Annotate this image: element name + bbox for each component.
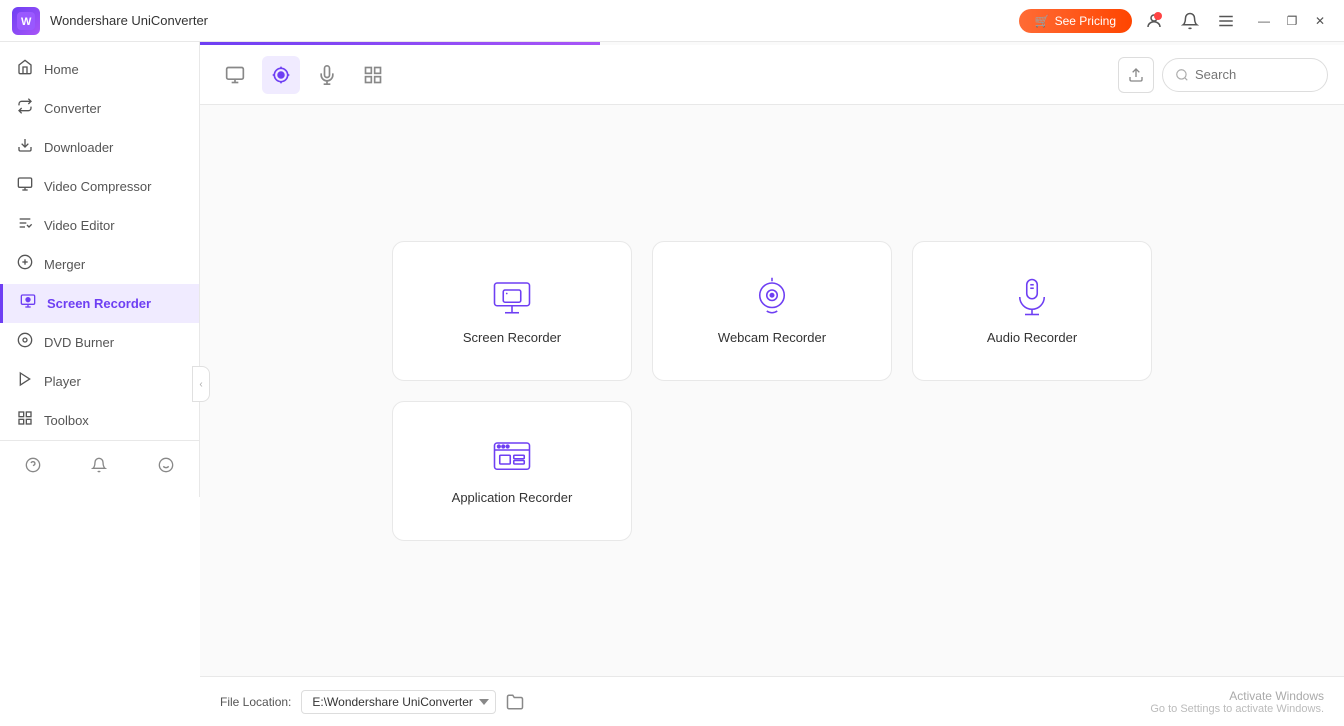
help-button[interactable]: [17, 449, 49, 481]
top-bar: [200, 45, 1344, 105]
restore-button[interactable]: ❐: [1280, 9, 1304, 33]
sidebar: Home Converter Downloader Video Compress…: [0, 42, 200, 497]
file-location-label: File Location:: [220, 695, 291, 709]
webcam-recorder-icon: [751, 276, 793, 318]
screen-recorder-icon: [19, 293, 37, 314]
search-icon: [1175, 68, 1189, 82]
cart-icon: 🛒: [1035, 14, 1050, 28]
main-layout: Home Converter Downloader Video Compress…: [0, 42, 1344, 726]
merger-icon: [16, 254, 34, 275]
sidebar-collapse-button[interactable]: ‹: [192, 366, 210, 402]
screen-recorder-card[interactable]: Screen Recorder: [392, 241, 632, 381]
bottom-bar: File Location: E:\Wondershare UniConvert…: [200, 676, 1344, 726]
application-recorder-icon: [491, 436, 533, 478]
bell-button[interactable]: [83, 449, 115, 481]
sidebar-item-downloader[interactable]: Downloader: [0, 128, 199, 167]
audio-recorder-label: Audio Recorder: [987, 330, 1077, 345]
player-icon: [16, 371, 34, 392]
window-controls: — ❐ ✕: [1252, 9, 1332, 33]
sidebar-item-label: Converter: [44, 101, 101, 116]
recorder-grid: Screen Recorder Webcam Recorder: [392, 241, 1152, 541]
sidebar-item-toolbox[interactable]: Toolbox: [0, 401, 199, 440]
sidebar-item-video-compressor[interactable]: Video Compressor: [0, 167, 199, 206]
recorder-grid-area: Screen Recorder Webcam Recorder: [200, 105, 1344, 676]
sidebar-item-home[interactable]: Home: [0, 50, 199, 89]
sidebar-item-dvd-burner[interactable]: DVD Burner: [0, 323, 199, 362]
sidebar-item-converter[interactable]: Converter: [0, 89, 199, 128]
file-location-select[interactable]: E:\Wondershare UniConverter: [301, 690, 496, 714]
webcam-recorder-label: Webcam Recorder: [718, 330, 826, 345]
video-compressor-icon: [16, 176, 34, 197]
minimize-button[interactable]: —: [1252, 9, 1276, 33]
search-input[interactable]: [1195, 67, 1315, 82]
sidebar-item-label: Video Compressor: [44, 179, 151, 194]
screen-recorder-icon: [491, 276, 533, 318]
tab-screen-button[interactable]: [216, 56, 254, 94]
application-recorder-card[interactable]: Application Recorder: [392, 401, 632, 541]
audio-recorder-icon: [1011, 276, 1053, 318]
sidebar-item-label: Video Editor: [44, 218, 115, 233]
feedback-button[interactable]: [150, 449, 182, 481]
user-icon-button[interactable]: [1140, 7, 1168, 35]
sidebar-bottom: [0, 440, 199, 489]
title-bar: W Wondershare UniConverter 🛒 See Pricing…: [0, 0, 1344, 42]
activate-windows-title: Activate Windows: [1150, 689, 1324, 703]
home-icon: [16, 59, 34, 80]
content-area: Screen Recorder Webcam Recorder: [200, 42, 1344, 726]
screen-recorder-label: Screen Recorder: [463, 330, 561, 345]
tab-webcam-button[interactable]: [262, 56, 300, 94]
sidebar-item-label: Downloader: [44, 140, 113, 155]
activate-windows: Activate Windows Go to Settings to activ…: [1150, 689, 1324, 715]
upload-button[interactable]: [1118, 57, 1154, 93]
sidebar-item-video-editor[interactable]: Video Editor: [0, 206, 199, 245]
notification-icon-button[interactable]: [1176, 7, 1204, 35]
svg-text:W: W: [21, 16, 32, 28]
sidebar-item-merger[interactable]: Merger: [0, 245, 199, 284]
see-pricing-button[interactable]: 🛒 See Pricing: [1019, 9, 1132, 33]
video-editor-icon: [16, 215, 34, 236]
downloader-icon: [16, 137, 34, 158]
sidebar-item-player[interactable]: Player: [0, 362, 199, 401]
browse-folder-button[interactable]: [506, 693, 524, 711]
sidebar-item-label: DVD Burner: [44, 335, 114, 350]
app-title: Wondershare UniConverter: [50, 13, 1019, 28]
sidebar-item-label: Screen Recorder: [47, 296, 151, 311]
app-logo: W: [12, 7, 40, 35]
toolbox-icon: [16, 410, 34, 431]
sidebar-item-label: Home: [44, 62, 79, 77]
activate-windows-sub: Go to Settings to activate Windows.: [1150, 703, 1324, 715]
sidebar-wrapper: Home Converter Downloader Video Compress…: [0, 42, 200, 726]
sidebar-item-label: Merger: [44, 257, 85, 272]
close-button[interactable]: ✕: [1308, 9, 1332, 33]
title-controls: 🛒 See Pricing — ❐ ✕: [1019, 7, 1332, 35]
sidebar-item-label: Player: [44, 374, 81, 389]
sidebar-item-screen-recorder[interactable]: Screen Recorder: [0, 284, 199, 323]
audio-recorder-card[interactable]: Audio Recorder: [912, 241, 1152, 381]
webcam-recorder-card[interactable]: Webcam Recorder: [652, 241, 892, 381]
application-recorder-label: Application Recorder: [452, 490, 573, 505]
dvd-burner-icon: [16, 332, 34, 353]
sidebar-item-label: Toolbox: [44, 413, 89, 428]
tab-grid-button[interactable]: [354, 56, 392, 94]
converter-icon: [16, 98, 34, 119]
menu-icon-button[interactable]: [1212, 7, 1240, 35]
tab-audio-button[interactable]: [308, 56, 346, 94]
loading-bar: [200, 42, 600, 45]
search-container: [1162, 58, 1328, 92]
